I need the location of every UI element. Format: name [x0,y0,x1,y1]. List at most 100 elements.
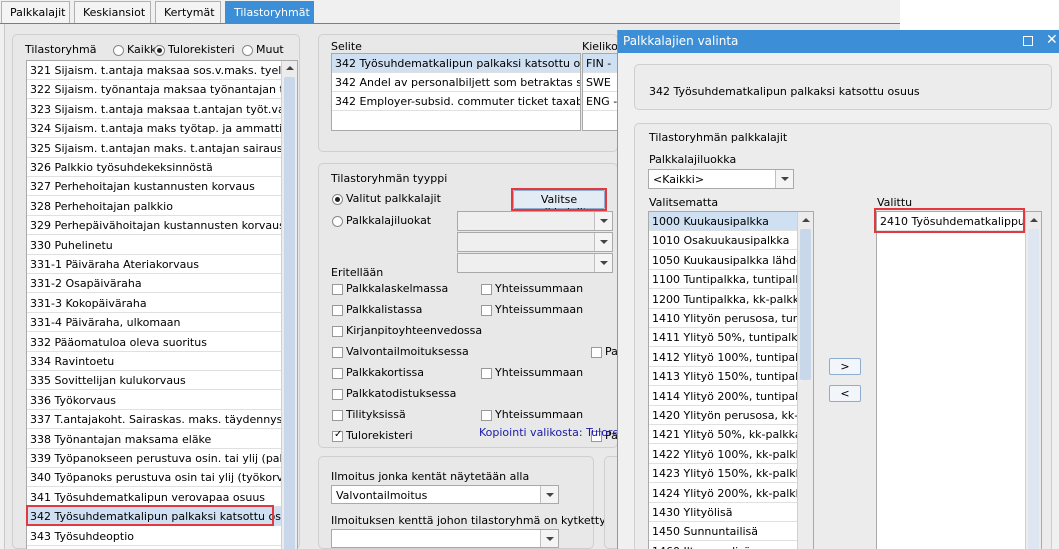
luokka-combo-1[interactable] [457,211,613,231]
palkkalaji-item[interactable]: 1200 Tuntipalkka, kk-palkkainen [649,290,797,309]
close-icon[interactable]: ✕ [1046,32,1058,48]
tilastoryhma-item[interactable]: 325 Sijaism. t.antajan maks. t.antajan s… [27,139,281,158]
palkkalaji-item[interactable]: 1414 Ylityö 200%, tuntipalkkainen [649,387,797,406]
tab-tilastoryhmat[interactable]: Tilastoryhmät [225,1,314,23]
radio-tulorekisteri[interactable] [154,45,165,56]
radio-muut[interactable] [242,45,253,56]
palkkalaji-item[interactable]: 1000 Kuukausipalkka [649,212,797,231]
palkkalaji-item[interactable]: 1450 Sunnuntailisä [649,522,797,542]
check-yhteissummaan-label: Yhteissummaan [495,282,584,295]
check-1[interactable] [332,284,343,295]
scroll-up-icon[interactable] [802,218,810,222]
tab-keskiansiot[interactable]: Keskiansiot [74,1,151,23]
valitsematta-scrollbar[interactable] [797,212,813,549]
tilastoryhma-item[interactable]: 338 Työnantajan maksama eläke [27,430,281,449]
tilastoryhma-item[interactable]: 337 T.antajakoht. Sairaskas. maks. täyde… [27,410,281,430]
tilastoryhma-item[interactable]: 324 Sijaism. t.antaja maks työtap. ja am… [27,119,281,139]
radio-valitut-label: Valitut palkkalajit [346,192,441,205]
selite-row[interactable]: 342 Työsuhdematkalipun palkaksi katsottu… [332,54,580,73]
check-4[interactable] [332,347,343,358]
kentta-combo[interactable] [331,529,559,548]
tilastoryhma-item[interactable]: 321 Sijaism. t.antaja maksaa sos.v.maks.… [27,61,281,80]
scroll-thumb[interactable] [800,229,811,380]
add-button[interactable]: > [829,358,861,375]
check-8[interactable] [332,429,343,442]
tilastoryhma-item[interactable]: 328 Perhehoitajan palkkio [27,197,281,216]
palkkalaji-item[interactable]: 1100 Tuntipalkka, tuntipalkkainen [649,270,797,290]
chevron-down-icon [600,219,608,223]
tilastoryhma-item[interactable]: 331-2 Osapäiväraha [27,274,281,294]
palkkalaji-item[interactable]: 1423 Ylityö 150%, kk-palkkainen [649,464,797,484]
tilastoryhma-item[interactable]: 331-3 Kokopäiväraha [27,294,281,313]
scroll-up-icon[interactable] [286,66,294,70]
radio-valitut-palkkalajit[interactable] [332,194,343,205]
dialog-header-panel: 342 Työsuhdematkalipun palkaksi katsottu… [634,64,1052,110]
highlight-valittu-item [874,208,1025,233]
tilastoryhma-item[interactable]: 341 Työsuhdematkalipun verovapaa osuus [27,488,281,507]
check-yhteissummaan[interactable] [481,305,492,316]
scroll-thumb[interactable] [284,77,295,549]
chevron-down-icon [546,537,554,541]
palkkalaji-item[interactable]: 1420 Ylityön perusosa, kk-palkkainen [649,406,797,425]
list-scrollbar[interactable] [281,61,297,549]
check-yhteissummaan[interactable] [481,368,492,379]
radio-kaikki[interactable] [113,45,124,56]
check-6[interactable] [332,389,343,400]
check-yhteissummaan[interactable] [481,410,492,421]
palkkalaji-item[interactable]: 1430 Ylityölisä [649,503,797,522]
palkkalaji-item[interactable]: 1411 Ylityö 50%, tuntipalkkainen [649,328,797,348]
check-label: Palkkakortissa [346,366,425,379]
palkkalaji-item[interactable]: 1410 Ylityön perusosa, tuntipalkkainen [649,309,797,328]
palkkalaji-item[interactable]: 1422 Ylityö 100%, kk-palkkainen [649,445,797,464]
check-3[interactable] [332,326,343,337]
scroll-thumb[interactable] [1028,229,1039,549]
check-yhteissummaan[interactable] [481,284,492,295]
selite-panel: Selite Kielikoo 342 Työsuhdematkalipun p… [318,34,625,152]
luokka-combo-2[interactable] [457,232,613,252]
tilastoryhma-item[interactable]: 326 Palkkio työsuhdekeksinnöstä [27,158,281,177]
tilastoryhma-item[interactable]: 336 Työkorvaus [27,391,281,410]
palkkalajiluokka-combo[interactable]: <Kaikki> [648,169,794,189]
check-7[interactable] [332,410,343,421]
tilastoryhma-item[interactable]: 322 Sijaism. työnantaja maksaa työnantaj… [27,80,281,100]
tab-kertymat[interactable]: Kertymät [155,1,221,23]
palkkalaji-item[interactable]: 1460 Iltavuorolisä [649,542,797,549]
selite-row[interactable]: 342 Employer-subsid. commuter ticket tax… [332,92,580,111]
highlight-valitse-button [511,188,607,211]
tilastoryhma-item[interactable]: 329 Perhepäivähoitajan kustannusten korv… [27,216,281,236]
tab-palkkalajit[interactable]: Palkkalajit [1,1,70,23]
tilastoryhma-item[interactable]: 327 Perhehoitajan kustannusten korvaus [27,177,281,197]
scroll-up-icon[interactable] [1030,218,1038,222]
tilastoryhma-item[interactable]: 334 Ravintoetu [27,352,281,371]
luokka-combo-3[interactable] [457,253,613,273]
radio-palkkalajiluokat[interactable] [332,216,343,227]
palkkalaji-item[interactable]: 1010 Osakuukausipalkka [649,231,797,251]
tilastoryhma-item[interactable]: 343 Työsuhdeoptio [27,527,281,546]
kielikoodi-cell[interactable]: ENG - [583,92,618,111]
palkkalaji-item[interactable]: 1421 Ylityö 50%, kk-palkkainen [649,425,797,445]
tilastoryhma-item[interactable]: 339 Työpanokseen perustuva osin. tai yli… [27,449,281,468]
kielikoodi-cell[interactable]: FIN - [583,54,618,73]
palkkalaji-item[interactable]: 1412 Ylityö 100%, tuntipalkkainen [649,348,797,367]
palkkalajien-valinta-dialog: Palkkalajien valinta ✕ 342 Työsuhdematka… [617,30,1059,549]
selite-row[interactable]: 342 Andel av personalbiljett som betrakt… [332,73,580,92]
ilmoitus-combo[interactable]: Valvontailmoitus [331,485,559,504]
tilastoryhma-item[interactable]: 330 Puhelinetu [27,236,281,255]
tilastoryhma-item[interactable]: 335 Sovittelijan kulukorvaus [27,371,281,391]
tilastoryhma-item[interactable]: 331-4 Päiväraha, ulkomaan [27,313,281,333]
kielikoodi-cell[interactable]: SWE [583,73,618,92]
valittu-scrollbar[interactable] [1025,212,1041,549]
check-pa[interactable] [591,347,602,358]
remove-button[interactable]: < [829,385,861,402]
tilastoryhma-item[interactable]: 323 Sijaism. t.antaja maksaa t.antajan t… [27,100,281,119]
check-2[interactable] [332,305,343,316]
check-5[interactable] [332,368,343,379]
tilastoryhma-item[interactable]: 332 Pääomatuloa oleva suoritus [27,333,281,352]
palkkalaji-item[interactable]: 1050 Kuukausipalkka lähdevero [649,251,797,270]
eritellaan-label: Eritellään [331,266,384,279]
tilastoryhma-item[interactable]: 331-1 Päiväraha Ateriakorvaus [27,255,281,274]
tilastoryhma-item[interactable]: 340 Työpanoks perustuva osin tai ylij (t… [27,468,281,488]
palkkalaji-item[interactable]: 1424 Ylityö 200%, kk-palkkainen [649,484,797,503]
maximize-icon[interactable] [1023,36,1033,46]
palkkalaji-item[interactable]: 1413 Ylityö 150%, tuntipalkkainen [649,367,797,387]
